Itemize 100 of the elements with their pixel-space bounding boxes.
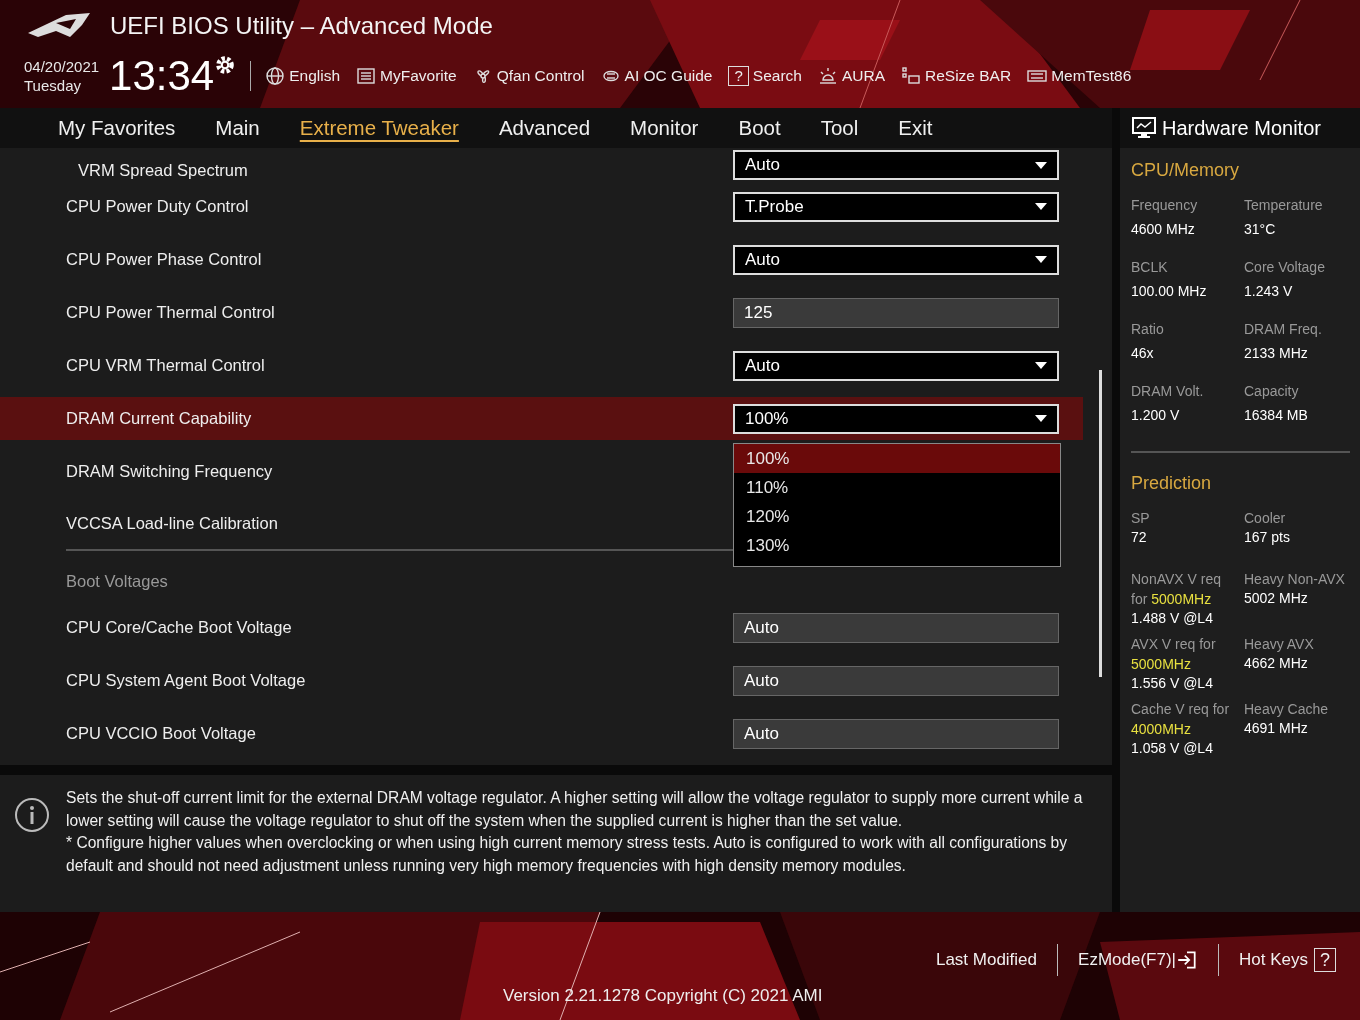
last-modified-button[interactable]: Last Modified [929,950,1044,970]
metric-value: 16384 MB [1244,407,1309,423]
metric-label: Temperature [1244,196,1324,215]
section-heading: Boot Voltages [66,571,168,591]
toolbar-button[interactable]: AURA [817,66,885,86]
nav-tab[interactable]: My Favorites [58,116,196,140]
metric-value: 4600 MHz [1131,221,1196,237]
metric-label: Frequency [1131,196,1199,215]
metric-label: SP [1131,509,1151,528]
metric-label: Heavy AVX [1244,635,1315,654]
list-icon [356,66,377,86]
nav-tab[interactable]: Advanced [498,116,611,140]
monitor-icon [1132,117,1156,139]
nav-tab[interactable]: Main [215,116,280,140]
menu-option[interactable]: 100% [734,444,1060,473]
nav-tab[interactable]: Monitor [630,116,719,140]
caret-icon [1035,203,1047,210]
metric-value: 4691 MHz [1244,720,1309,736]
metric-label: Core Voltage [1244,258,1326,277]
metric-value: 31°C [1244,221,1277,237]
section-heading: Prediction [1131,473,1213,494]
toolbar-button[interactable]: ReSize BAR [901,66,1012,86]
toolbar-button[interactable]: ? Search [728,66,802,86]
nav-tab[interactable]: Exit [898,116,953,140]
metric-label: Heavy Cache [1244,700,1330,719]
dropdown[interactable]: Auto [733,350,1059,381]
metric-label: NonAVX V req for 5000MHz [1131,570,1222,609]
setting-label[interactable]: CPU VRM Thermal Control [66,356,265,375]
metric-value: 1.058 V @L4 [1131,740,1214,756]
toolbar-button[interactable]: Qfan Control [472,66,585,86]
panel-title: Hardware Monitor [1162,116,1321,140]
exit-icon [1176,949,1198,971]
menu-option[interactable]: 120% [734,502,1060,531]
help-paragraph: * Configure higher values when overclocking or when using high current memory stress tests. Auto is configured to work with all configurations by default and should not need adjustment unless running very high memory frequencies with high density memory modules. [66,833,1069,876]
light-icon [817,66,838,86]
setting-label[interactable]: VRM Spread Spectrum [78,161,248,180]
dropdown[interactable]: Auto [733,244,1059,275]
clock-time: 13:34 [109,54,215,98]
setting-label[interactable]: DRAM Switching Frequency [66,462,273,481]
metric-value: 167 pts [1244,529,1291,545]
metric-value: 100.00 MHz [1131,283,1208,299]
metric-label: Capacity [1244,382,1300,401]
input-field[interactable]: Auto [733,665,1059,696]
day-text: Tuesday [24,76,82,95]
settings-icon[interactable] [214,54,237,76]
caret-icon [1035,415,1047,422]
metric-value: 46x [1131,345,1155,361]
setting-label[interactable]: VCCSA Load-line Calibration [66,514,278,533]
metric-value: 1.556 V @L4 [1131,675,1214,691]
metric-value: 1.200 V [1131,407,1181,423]
date-text: 04/20/2021 [24,57,100,76]
metric-value: 1.488 V @L4 [1131,610,1214,626]
caret-icon [1035,362,1047,369]
nav-tab[interactable]: Boot [738,116,801,140]
input-field[interactable]: 125 [733,297,1059,328]
scrollbar[interactable] [1099,370,1102,677]
globe-icon [265,66,286,86]
setting-label[interactable]: CPU Power Thermal Control [66,303,275,322]
menu-option[interactable]: 130% [734,531,1060,560]
metric-label: Cache V req for 4000MHz [1131,700,1231,739]
toolbar-button[interactable]: MemTest86 [1027,66,1132,86]
nav-tab[interactable]: Extreme Tweaker [299,116,479,140]
menu-option[interactable]: 110% [734,473,1060,502]
metric-value: 5002 MHz [1244,590,1309,606]
toolbar-button[interactable]: English [265,66,341,86]
section-heading: CPU/Memory [1131,160,1240,181]
card-icon [901,66,921,86]
input-field[interactable]: Auto [733,718,1059,749]
metric-label: BCLK [1131,258,1169,277]
hot-keys-button[interactable]: Hot Keys ? [1233,948,1342,972]
metric-label: Ratio [1131,320,1165,339]
metric-value: 1.243 V [1244,283,1294,299]
toolbar-button[interactable]: AI OC Guide [600,66,713,86]
ezmode-button[interactable]: EzMode(F7)| [1072,949,1204,971]
metric-value: 72 [1131,529,1148,545]
dropdown[interactable]: 100% [733,403,1059,434]
input-field[interactable]: Auto [733,612,1059,643]
metric-label: Cooler [1244,509,1287,528]
setting-label[interactable]: CPU VCCIO Boot Voltage [66,724,256,743]
setting-label: DRAM Current Capability [66,409,252,428]
setting-label[interactable]: CPU Core/Cache Boot Voltage [66,618,292,637]
metric-label: AVX V req for 5000MHz [1131,635,1217,674]
setting-label[interactable]: CPU System Agent Boot Voltage [66,671,306,690]
help-paragraph: Sets the shut-off current limit for the external DRAM voltage regulator. A higher setting will allow the voltage regulator to supply more current while a lower setting will cause the voltage regulator to shut off the system when the supplied current is higher than the set value. [66,788,1084,831]
info-icon [14,797,50,833]
window-title: UEFI BIOS Utility – Advanced Mode [110,12,493,40]
metric-label: Heavy Non-AVX [1244,570,1346,589]
dropdown[interactable]: T.Probe [733,191,1059,222]
metric-label: DRAM Freq. [1244,320,1323,339]
caret-icon [1035,161,1047,169]
setting-label[interactable]: CPU Power Duty Control [66,197,249,216]
metric-value: 2133 MHz [1244,345,1309,361]
metric-value: 4662 MHz [1244,655,1309,671]
dropdown[interactable]: Auto [733,150,1059,180]
metric-label: DRAM Volt. [1131,382,1205,401]
nav-tab[interactable]: Tool [820,116,879,140]
toolbar-button[interactable]: MyFavorite [356,66,457,86]
version-text: Version 2.21.1278 Copyright (C) 2021 AMI [503,986,823,1006]
setting-label[interactable]: CPU Power Phase Control [66,250,262,269]
caret-icon [1035,256,1047,263]
